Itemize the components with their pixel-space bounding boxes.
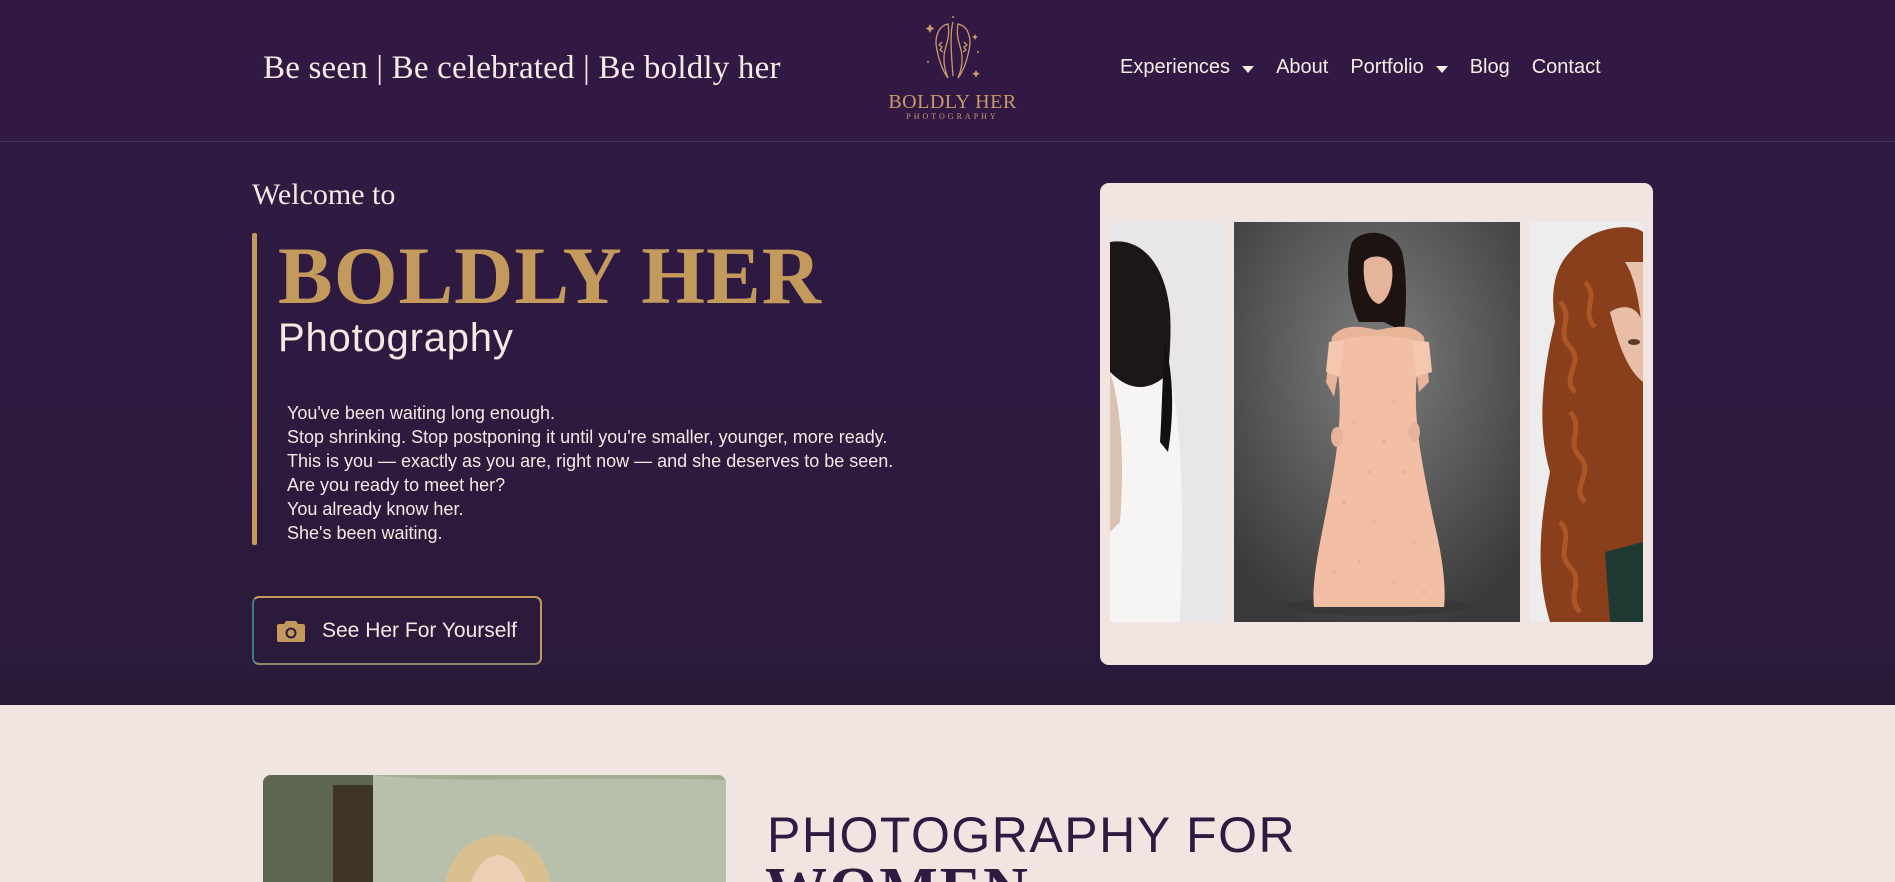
- photo-image: [1234, 222, 1520, 622]
- intro-line: She's been waiting.: [287, 523, 443, 543]
- nav-item-blog[interactable]: Blog: [1470, 56, 1510, 79]
- site-header: Be seen | Be celebrated | Be boldly her …: [0, 0, 1895, 142]
- intro-section: PHOTOGRAPHY FOR WOMEN: [0, 705, 1895, 882]
- brand-subtitle: Photography: [278, 316, 514, 360]
- nav-label: Portfolio: [1350, 56, 1424, 78]
- main-nav: Experiences About Portfolio Blog Contact: [1120, 56, 1623, 79]
- section-heading-emphasis: WOMEN: [765, 855, 1030, 882]
- portrait-photo: [263, 775, 726, 882]
- accent-bar: [252, 233, 257, 545]
- nav-label: About: [1276, 56, 1329, 78]
- nav-label: Experiences: [1120, 56, 1231, 78]
- welcome-text: Welcome to: [252, 178, 396, 211]
- logo-subtitle: PHOTOGRAPHY: [906, 112, 999, 121]
- logo[interactable]: BOLDLY HER PHOTOGRAPHY: [880, 12, 1025, 124]
- caret-down-icon[interactable]: [1435, 65, 1448, 73]
- hero-section: Welcome to BOLDLY HER Photography You've…: [0, 143, 1895, 705]
- camera-icon: [277, 620, 305, 642]
- nav-label: Contact: [1531, 56, 1601, 78]
- carousel-photo[interactable]: [1110, 222, 1224, 622]
- caret-down-icon[interactable]: [1242, 65, 1255, 73]
- intro-line: You've been waiting long enough.: [287, 403, 555, 423]
- nav-item-experiences[interactable]: Experiences: [1120, 56, 1255, 79]
- carousel-photo[interactable]: [1234, 222, 1520, 622]
- see-her-button[interactable]: See Her For Yourself: [252, 596, 542, 665]
- intro-line: Stop shrinking. Stop postponing it until…: [287, 427, 888, 447]
- logo-title: BOLDLY HER: [888, 91, 1017, 113]
- intro-line: This is you — exactly as you are, right …: [287, 451, 894, 471]
- logo-faces-icon: [925, 16, 980, 79]
- intro-line: You already know her.: [287, 499, 464, 519]
- intro-line: Are you ready to meet her?: [287, 475, 506, 495]
- photo-image: [263, 775, 726, 882]
- cta-label: See Her For Yourself: [322, 618, 517, 642]
- nav-item-portfolio[interactable]: Portfolio: [1350, 56, 1448, 79]
- photo-image: [1530, 222, 1643, 622]
- brand-title: BOLDLY HER: [278, 230, 822, 321]
- nav-item-about[interactable]: About: [1276, 56, 1328, 79]
- nav-label: Blog: [1469, 56, 1510, 78]
- photo-carousel[interactable]: [1100, 183, 1653, 665]
- tagline: Be seen | Be celebrated | Be boldly her: [263, 50, 781, 86]
- intro-text: You've been waiting long enough. Stop sh…: [287, 401, 1007, 545]
- nav-item-contact[interactable]: Contact: [1532, 56, 1601, 79]
- carousel-photo[interactable]: [1530, 222, 1643, 622]
- photo-image: [1110, 222, 1224, 622]
